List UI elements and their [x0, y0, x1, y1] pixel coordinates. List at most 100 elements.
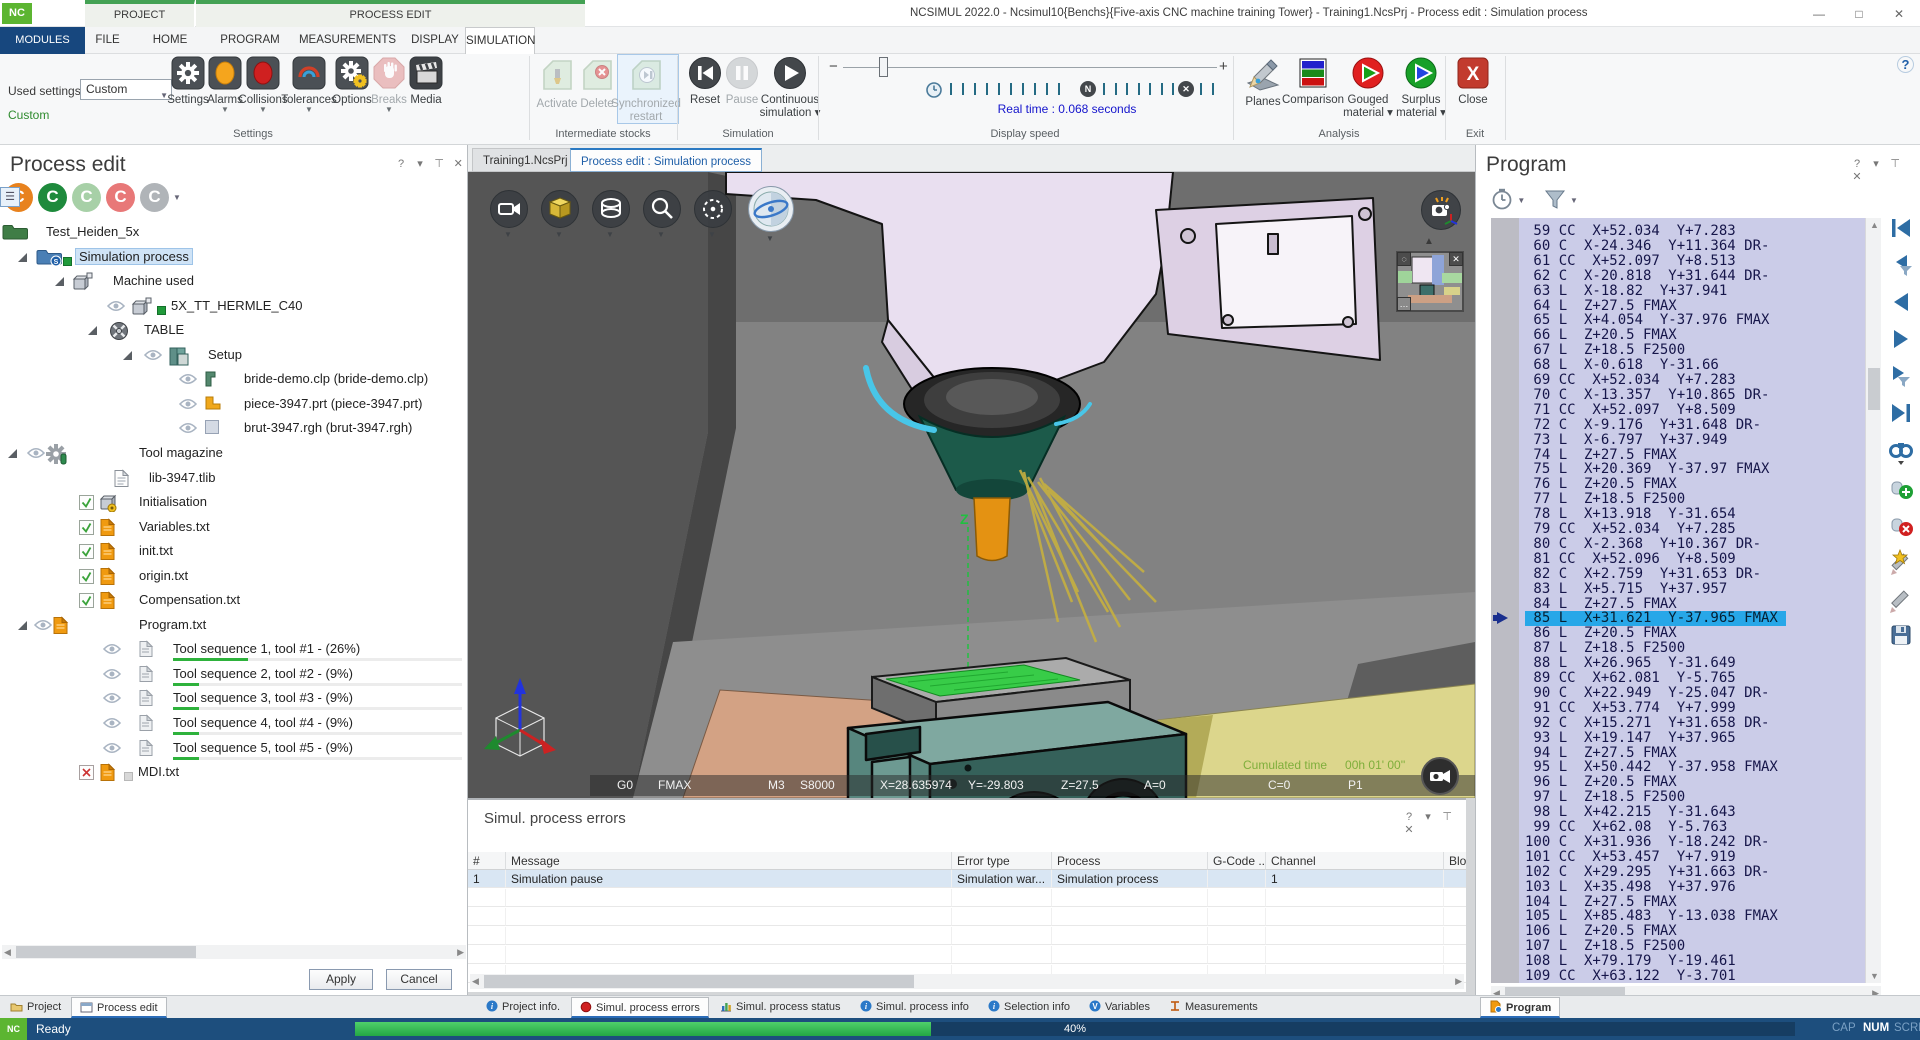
program-line[interactable]: 92 C X+15.271 Y+31.658 DR-: [1525, 716, 1769, 731]
3d-viewport[interactable]: Z: [468, 172, 1475, 798]
checkbox-checked-icon[interactable]: [79, 569, 94, 587]
tab-home[interactable]: HOME: [130, 27, 210, 54]
visibility-eye-icon[interactable]: [27, 447, 45, 462]
program-line[interactable]: 70 C X-13.357 Y+10.865 DR-: [1525, 388, 1769, 403]
rebuild-stop-button[interactable]: C: [106, 183, 135, 212]
program-line[interactable]: 68 L X-0.618 Y-31.66: [1525, 358, 1719, 373]
skip-first-button[interactable]: [1888, 215, 1914, 241]
tree-item-label[interactable]: lib-3947.tlib: [149, 470, 216, 485]
add-breakpoint-button[interactable]: [1888, 474, 1914, 500]
tree-item[interactable]: Machine used: [0, 271, 468, 293]
chevron-down-icon[interactable]: ▼: [606, 230, 614, 239]
program-line[interactable]: 93 L X+19.147 Y+37.965: [1525, 731, 1736, 746]
program-line[interactable]: 88 L X+26.965 Y-31.649: [1525, 656, 1736, 671]
program-line[interactable]: 90 C X+22.949 Y-25.047 DR-: [1525, 686, 1769, 701]
visibility-eye-icon[interactable]: [179, 398, 197, 413]
chevron-down-icon[interactable]: ▼: [1517, 196, 1525, 205]
chevron-down-icon[interactable]: ▼: [657, 230, 665, 239]
visibility-eye-icon[interactable]: [144, 349, 162, 364]
program-line[interactable]: 98 L X+42.215 Y-31.643: [1525, 805, 1736, 820]
errors-column-header[interactable]: Process: [1052, 852, 1208, 870]
tree-item[interactable]: 5X_TT_HERMLE_C40: [0, 296, 468, 318]
tree-item[interactable]: piece-3947.prt (piece-3947.prt): [0, 394, 468, 416]
tree-item[interactable]: brut-3947.rgh (brut-3947.rgh): [0, 418, 468, 440]
tab-file[interactable]: FILE: [85, 27, 130, 54]
tree-item-label[interactable]: Variables.txt: [139, 519, 210, 534]
tree-item-label[interactable]: Tool sequence 4, tool #4 - (9%): [173, 715, 353, 730]
program-line[interactable]: 83 L X+5.715 Y+37.957: [1525, 582, 1727, 597]
tree-item-label[interactable]: Compensation.txt: [139, 592, 240, 607]
program-line[interactable]: 109 CC X+63.122 Y-3.701: [1525, 969, 1736, 983]
play-button[interactable]: [1888, 326, 1914, 352]
show-part-button[interactable]: [541, 190, 579, 228]
panel-help-icon[interactable]: ?: [1849, 158, 1865, 170]
program-line[interactable]: 65 L X+4.054 Y-37.976 FMAX: [1525, 313, 1769, 328]
expander-icon[interactable]: [8, 449, 17, 458]
scroll-down-icon[interactable]: ▼: [1870, 969, 1879, 983]
tab-simulation[interactable]: SIMULATION: [465, 27, 535, 54]
errors-horizontal-scrollbar[interactable]: ◀ ▶: [470, 974, 1464, 989]
tree-item-label[interactable]: origin.txt: [139, 568, 188, 583]
program-line[interactable]: 62 C X-20.818 Y+31.644 DR-: [1525, 269, 1769, 284]
bottom-tab-project[interactable]: Project: [2, 997, 69, 1018]
minimize-icon[interactable]: —: [1800, 4, 1838, 24]
tree-item-label[interactable]: Tool sequence 1, tool #1 - (26%): [173, 641, 360, 656]
checkbox-checked-icon[interactable]: [79, 544, 94, 562]
new-edit-button[interactable]: [1888, 548, 1914, 574]
cancel-button[interactable]: Cancel: [386, 969, 452, 990]
tree-item-label[interactable]: Simulation process: [76, 249, 192, 264]
selection-mode-button[interactable]: [694, 190, 732, 228]
program-line[interactable]: 71 CC X+52.097 Y+8.509: [1525, 403, 1736, 418]
scroll-up-icon[interactable]: ▲: [1870, 218, 1879, 232]
gcode-vertical-scrollbar[interactable]: ▲ ▼: [1865, 218, 1881, 983]
scrollbar-thumb[interactable]: [484, 975, 914, 988]
program-line[interactable]: 82 C X+2.759 Y+31.653 DR-: [1525, 567, 1761, 582]
minimap[interactable]: ◌ ✕ …: [1396, 251, 1464, 312]
tree-item[interactable]: Program.txt: [0, 615, 468, 637]
rebuild-options-button[interactable]: C: [140, 183, 169, 212]
tree-item-label[interactable]: Setup: [208, 347, 242, 362]
tree-item-label[interactable]: MDI.txt: [138, 764, 179, 779]
minimap-close-icon[interactable]: ✕: [1449, 252, 1463, 266]
expander-icon[interactable]: [88, 326, 97, 335]
visibility-eye-icon[interactable]: [34, 619, 52, 634]
program-line[interactable]: 64 L Z+27.5 FMAX: [1525, 299, 1677, 314]
program-line[interactable]: 86 L Z+20.5 FMAX: [1525, 626, 1677, 641]
detail-view-icon[interactable]: ☰: [0, 187, 20, 207]
program-line[interactable]: 95 L X+50.442 Y-37.958 FMAX: [1525, 760, 1778, 775]
visibility-eye-icon[interactable]: [103, 692, 121, 707]
tree-item[interactable]: origin.txt: [0, 566, 468, 588]
tree-item-label[interactable]: piece-3947.prt (piece-3947.prt): [244, 396, 423, 411]
bottom-tab-process-edit[interactable]: Process edit: [71, 997, 167, 1018]
tree-item[interactable]: Tool sequence 3, tool #3 - (9%): [0, 688, 468, 710]
program-line[interactable]: 99 CC X+62.08 Y-5.763: [1525, 820, 1727, 835]
visibility-eye-icon[interactable]: [103, 742, 121, 757]
continuous-simulation-button[interactable]: Continuoussimulation ▾: [755, 56, 825, 119]
find-button[interactable]: [1888, 437, 1914, 463]
program-line[interactable]: 80 C X-2.368 Y+10.367 DR-: [1525, 537, 1761, 552]
program-line[interactable]: 73 L X-6.797 Y+37.949: [1525, 433, 1727, 448]
minimap-refresh-icon[interactable]: ◌: [1397, 252, 1411, 266]
program-line[interactable]: 101 CC X+53.457 Y+7.919: [1525, 850, 1736, 865]
next-filter-button[interactable]: [1888, 363, 1914, 389]
rebuild-button[interactable]: C: [38, 183, 67, 212]
tree-item-label[interactable]: Test_Heiden_5x: [46, 224, 139, 239]
close-button[interactable]: XClose: [1438, 56, 1508, 106]
chevron-down-icon[interactable]: ▾: [1420, 810, 1436, 823]
tree-item-label[interactable]: Tool sequence 5, tool #5 - (9%): [173, 740, 353, 755]
expander-icon[interactable]: [55, 277, 64, 286]
speed-normal-marker[interactable]: N: [1080, 81, 1096, 97]
program-line[interactable]: 77 L Z+18.5 F2500: [1525, 492, 1685, 507]
tree-item-label[interactable]: bride-demo.clp (bride-demo.clp): [244, 371, 428, 386]
expander-icon[interactable]: [18, 253, 27, 262]
checkbox-checked-icon[interactable]: [79, 495, 94, 513]
record-video-button[interactable]: [1421, 757, 1459, 795]
tree-item[interactable]: Tool magazine: [0, 443, 468, 465]
program-line[interactable]: 75 L X+20.369 Y-37.97 FMAX: [1525, 462, 1769, 477]
chevron-down-icon[interactable]: ▼: [766, 234, 774, 243]
apply-button[interactable]: Apply: [309, 969, 373, 990]
tree-item[interactable]: TABLE: [0, 320, 468, 342]
program-line[interactable]: 106 L Z+20.5 FMAX: [1525, 924, 1677, 939]
program-line[interactable]: 94 L Z+27.5 FMAX: [1525, 746, 1677, 761]
filter-icon[interactable]: [1543, 200, 1567, 214]
